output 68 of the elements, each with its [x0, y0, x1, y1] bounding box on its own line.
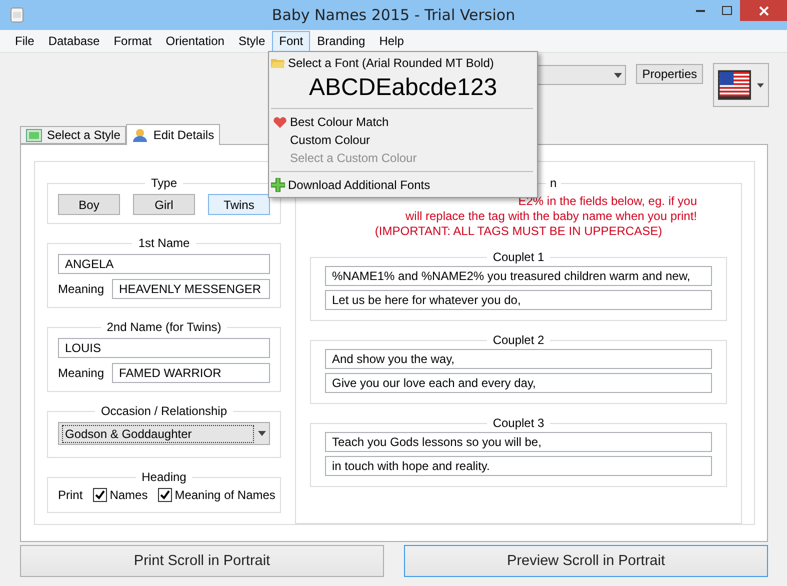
group-title: Couplet 2 [492, 333, 546, 347]
properties-button[interactable]: Properties [636, 64, 703, 84]
group-title: n [549, 176, 558, 190]
menu-item[interactable]: Font [272, 30, 310, 52]
font-sample: ABCDEabcde123 [308, 73, 498, 103]
group-title: Occasion / Relationship [100, 404, 228, 418]
person-icon [132, 128, 148, 142]
meaning-label: Meaning [58, 282, 104, 296]
check-heart-icon [273, 116, 287, 128]
picture-frame-icon [26, 128, 42, 142]
checkbox[interactable] [158, 488, 172, 502]
group-title: Heading [140, 470, 188, 484]
checkbox-label: Names [110, 488, 148, 502]
group-title: Couplet 3 [492, 416, 546, 430]
verse-line-field[interactable]: %NAME1% and %NAME2% you treasured children warm and new, [325, 266, 712, 286]
menu-item[interactable]: Help [372, 30, 411, 52]
flag-button[interactable] [713, 63, 769, 107]
close-button[interactable] [740, 0, 787, 21]
checkmark-icon [160, 490, 170, 500]
menu-item[interactable]: Custom Colour [271, 131, 535, 149]
name-field[interactable]: LOUIS [58, 338, 270, 358]
occasion-dropdown[interactable]: Godson & Goddaughter [58, 422, 270, 445]
meaning-field[interactable]: FAMED WARRIOR [112, 363, 270, 383]
select-font-menu-item[interactable]: Select a Font (Arial Rounded MT Bold) [271, 54, 535, 72]
verse-line-field[interactable]: Let us be here for whatever you do, [325, 290, 712, 310]
menu-item[interactable]: File [8, 30, 42, 52]
menu-item[interactable]: Style [231, 30, 272, 52]
group-title: 1st Name [137, 236, 191, 250]
dropdown-arrow-icon [614, 72, 622, 78]
checkmark-icon [94, 490, 105, 500]
checkbox[interactable] [92, 488, 107, 502]
flag-icon [718, 68, 752, 102]
meaning-field[interactable]: HEAVENLY MESSENGER [112, 279, 270, 299]
print-label: Print [58, 488, 83, 502]
checkbox-label: Meaning of Names [174, 488, 276, 502]
scroll-button[interactable]: Preview Scroll in Portrait [404, 545, 768, 577]
type-button[interactable]: Twins [208, 194, 270, 215]
app-icon [10, 7, 24, 23]
name-field[interactable]: ANGELA [58, 254, 270, 274]
verse-line-field[interactable]: in touch with hope and reality. [325, 456, 712, 476]
caret-icon [757, 82, 764, 88]
close-icon [758, 6, 768, 16]
group-title: Couplet 1 [492, 250, 546, 264]
menu-item[interactable]: Best Colour Match [271, 113, 535, 131]
group-title: 2nd Name (for Twins) [106, 320, 222, 334]
instruction-text: will replace the tag with the baby name when you print! [406, 209, 697, 223]
verse-line-field[interactable]: And show you the way, [325, 349, 712, 369]
tab[interactable]: Edit Details [126, 124, 220, 145]
window-title: Baby Names 2015 - Trial Version [272, 6, 516, 24]
verse-line-field[interactable]: Teach you Gods lessons so you will be, [325, 432, 712, 452]
meaning-label: Meaning [58, 366, 104, 380]
instruction-text: (IMPORTANT: ALL TAGS MUST BE IN UPPERCASE) [374, 224, 662, 238]
scroll-button[interactable]: Print Scroll in Portrait [20, 545, 384, 577]
menu-item[interactable]: Branding [310, 30, 372, 52]
plus-icon [271, 178, 285, 192]
tab[interactable]: Select a Style [20, 126, 126, 144]
dropdown-arrow-icon [258, 431, 266, 436]
menu-item[interactable]: Orientation [158, 30, 232, 52]
maximize-icon [722, 6, 732, 15]
group-title: Type [150, 176, 178, 190]
minimize-icon [696, 10, 704, 12]
menu-item[interactable]: Format [106, 30, 159, 52]
type-button[interactable]: Boy [58, 194, 120, 215]
folder-icon [271, 57, 285, 69]
download-fonts-menu-item[interactable]: Download Additional Fonts [271, 176, 535, 194]
type-button[interactable]: Girl [133, 194, 195, 215]
menu-item[interactable]: Database [41, 30, 107, 52]
verse-line-field[interactable]: Give you our love each and every day, [325, 373, 712, 393]
